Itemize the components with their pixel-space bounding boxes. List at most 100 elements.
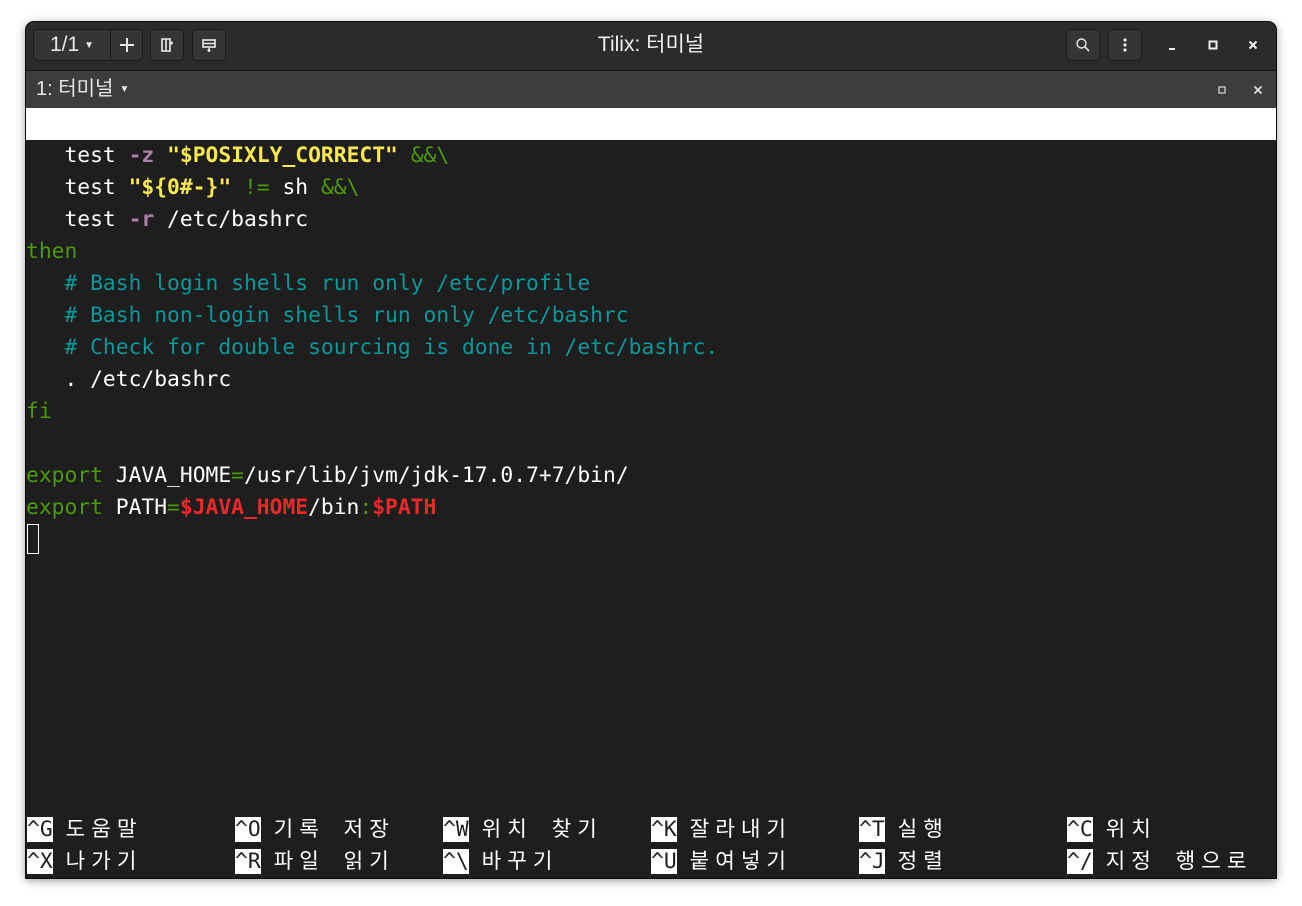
shortcut-item: ^G 도움말: [27, 814, 142, 846]
shortcut-key: ^T: [859, 817, 885, 842]
shortcut-item: ^J 정렬: [859, 846, 949, 878]
shortcut-item: ^X 나가기: [27, 846, 142, 878]
split-down-button[interactable]: [192, 29, 226, 61]
code-token: /bin: [308, 495, 360, 520]
shortcut-label: 도움말: [65, 817, 143, 842]
shortcut-label: 바꾸기: [481, 849, 559, 874]
shortcut-row: ^X 나가기 ^R 파일 읽기 ^\ 바꾸기 ^U 붙여넣기 ^J 정렬 ^/ 지정 행으로: [26, 846, 1276, 878]
shortcut-item: ^R 파일 읽기: [235, 846, 395, 878]
shortcut-item: ^C 위치: [1067, 814, 1157, 846]
terminal-maximize-button[interactable]: [1212, 80, 1232, 100]
code-token: "${0#-}": [128, 175, 232, 200]
terminal-title-label: 1: 터미널: [36, 78, 114, 100]
shortcut-label: 파일 읽기: [273, 849, 395, 874]
code-line: test -r /etc/bashrc: [26, 204, 1276, 236]
code-token: export: [26, 495, 103, 520]
code-token: /usr/lib/jvm/jdk-17.0.7+7/bin/: [243, 463, 629, 488]
code-line: fi: [26, 396, 1276, 428]
code-line: export PATH=$JAVA_HOME/bin:$PATH: [26, 492, 1276, 524]
code-token: test: [26, 143, 129, 168]
code-token: &&\: [410, 143, 450, 168]
plus-icon: [119, 38, 134, 52]
shortcut-key: ^W: [443, 817, 469, 842]
maximize-icon: [1218, 86, 1226, 94]
code-line: test -z "$POSIXLY_CORRECT" &&\: [26, 140, 1276, 172]
shortcut-label: 나가기: [65, 849, 143, 874]
shortcut-key: ^K: [651, 817, 677, 842]
code-token: =: [167, 495, 180, 520]
close-button[interactable]: [1238, 30, 1268, 60]
code-token: test: [26, 207, 129, 232]
code-token: test: [26, 175, 129, 200]
code-token: JAVA_HOME: [102, 463, 232, 488]
close-icon: [1248, 40, 1258, 50]
terminal-viewport[interactable]: GNU nano 7.2 /etc/profile test -z "$POSI…: [26, 108, 1276, 878]
shortcut-item: ^T 실행: [859, 814, 949, 846]
session-switcher-button[interactable]: 1/1 ▼: [33, 29, 111, 61]
code-line: # Bash non-login shells run only /etc/ba…: [26, 300, 1276, 332]
shortcut-item: ^O 기록 저장: [235, 814, 395, 846]
terminal-title-menu[interactable]: 1: 터미널 ▼: [36, 71, 129, 108]
shortcut-key: ^G: [27, 817, 53, 842]
split-right-icon: [161, 38, 173, 52]
menu-button[interactable]: [1108, 29, 1142, 61]
session-label: 1/1: [49, 33, 80, 56]
shortcut-item: ^U 붙여넣기: [651, 846, 792, 878]
shortcut-item: ^\ 바꾸기: [443, 846, 558, 878]
search-icon: [1076, 38, 1090, 52]
chevron-down-icon: ▼: [84, 39, 95, 51]
code-line: . /etc/bashrc: [26, 364, 1276, 396]
code-token: . /etc/bashrc: [26, 367, 232, 392]
shortcut-key: ^X: [27, 849, 53, 874]
code-token: $PATH: [372, 495, 437, 520]
code-token: :: [359, 495, 373, 520]
split-down-icon: [202, 39, 216, 52]
shortcut-key: ^U: [651, 849, 677, 874]
menu-icon: [1123, 38, 1127, 52]
terminal-close-button[interactable]: [1248, 80, 1268, 100]
shortcut-label: 정렬: [897, 849, 949, 874]
code-token: "$POSIXLY_CORRECT": [167, 143, 398, 168]
chevron-down-icon: ▼: [119, 84, 130, 96]
code-token: # Check for double sourcing is done in /…: [26, 335, 719, 360]
search-button[interactable]: [1066, 29, 1100, 61]
split-right-button[interactable]: [150, 29, 184, 61]
code-token: # Bash login shells run only /etc/profil…: [26, 271, 591, 296]
shortcut-key: ^R: [235, 849, 261, 874]
shortcut-item: ^K 잘라내기: [651, 814, 792, 846]
shortcut-row: ^G 도움말 ^O 기록 저장 ^W 위치 찾기 ^K 잘라내기 ^T 실행 ^C 위치: [26, 814, 1276, 846]
add-session-button[interactable]: [110, 29, 143, 61]
code-token: !=: [243, 175, 270, 200]
shortcut-label: 위치: [1105, 817, 1157, 842]
code-line: export JAVA_HOME=/usr/lib/jvm/jdk-17.0.7…: [26, 460, 1276, 492]
maximize-icon: [1208, 40, 1218, 50]
code-token: /etc/bashrc: [154, 207, 309, 232]
terminal-title-bar: 1: 터미널 ▼: [26, 71, 1276, 108]
code-line: # Check for double sourcing is done in /…: [26, 332, 1276, 364]
text-cursor: [27, 524, 39, 554]
tilix-window: 1/1 ▼ Tilix: 터미널 1: 터미널 ▼ GNU nano 7.2 /…: [26, 22, 1276, 878]
code-token: export: [26, 463, 103, 488]
code-token: fi: [26, 399, 52, 424]
minimize-icon: [1169, 48, 1175, 50]
shortcut-key: ^/: [1067, 849, 1093, 874]
code-token: -z: [128, 143, 155, 168]
shortcut-label: 잘라내기: [689, 817, 793, 842]
code-token: &&\: [320, 175, 360, 200]
shortcut-label: 실행: [897, 817, 949, 842]
minimize-button[interactable]: [1158, 30, 1188, 60]
code-token: PATH: [102, 495, 168, 520]
shortcut-item: ^W 위치 찾기: [443, 814, 603, 846]
code-token: sh: [269, 175, 321, 200]
shortcut-key: ^\: [443, 849, 469, 874]
shortcut-label: 붙여넣기: [689, 849, 793, 874]
maximize-button[interactable]: [1198, 30, 1228, 60]
code-line: test "${0#-}" != sh &&\: [26, 172, 1276, 204]
code-token: # Bash non-login shells run only /etc/ba…: [26, 303, 629, 328]
code-line: # Bash login shells run only /etc/profil…: [26, 268, 1276, 300]
shortcut-item: ^/ 지정 행으로: [1067, 846, 1252, 878]
code-line: then: [26, 236, 1276, 268]
shortcut-label: 기록 저장: [273, 817, 395, 842]
